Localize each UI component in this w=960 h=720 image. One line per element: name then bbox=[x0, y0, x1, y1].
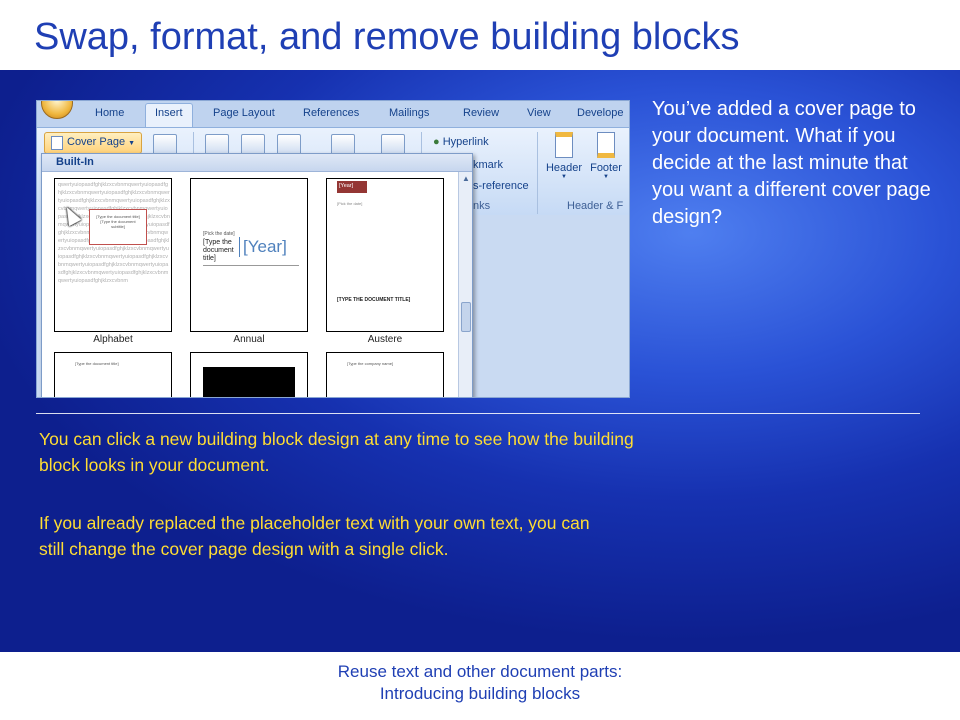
divider-line bbox=[36, 413, 920, 414]
cover-page-button[interactable]: Cover Page ▼ bbox=[44, 132, 142, 154]
footer-line-1: Reuse text and other document parts: bbox=[337, 662, 623, 681]
bookmark-button[interactable]: kmark bbox=[473, 159, 503, 171]
tab-references[interactable]: References bbox=[303, 107, 359, 119]
cover-page-label: Cover Page bbox=[67, 136, 126, 148]
footer-line-2: Introducing building blocks bbox=[379, 684, 581, 703]
gallery-header: Built-In bbox=[42, 154, 472, 172]
group-separator bbox=[537, 132, 538, 214]
alphabet-title-box: [Type the document title] [Type the docu… bbox=[89, 209, 147, 245]
scroll-up-icon[interactable]: ▲ bbox=[462, 174, 470, 183]
austere-year: [Year] bbox=[337, 181, 367, 193]
tab-review[interactable]: Review bbox=[463, 107, 499, 119]
cover-thumb-austere[interactable]: [Year] [Pick the date] [TYPE THE DOCUMEN… bbox=[326, 178, 444, 332]
cover-page-gallery: Built-In qwertyuiopasdfghjklzxcvbnmqwert… bbox=[41, 153, 473, 397]
gallery-scrollbar[interactable]: ▲ bbox=[458, 172, 472, 397]
chevron-down-icon: ▼ bbox=[603, 174, 609, 180]
tab-page-layout[interactable]: Page Layout bbox=[213, 107, 275, 119]
annual-year: [Year] bbox=[239, 237, 287, 257]
footer-label: Footer bbox=[590, 162, 622, 174]
word-screenshot: Home Insert Page Layout References Maili… bbox=[36, 100, 630, 398]
row2-2-black-block bbox=[203, 367, 295, 397]
annual-lines bbox=[203, 265, 299, 275]
note-replaced-text: If you already replaced the placeholder … bbox=[39, 513, 590, 559]
tab-view[interactable]: View bbox=[527, 107, 551, 119]
row2-3-text: [Type the company name] bbox=[347, 361, 394, 366]
title-bar: Swap, format, and remove building blocks bbox=[0, 0, 960, 70]
cover-label-alphabet: Alphabet bbox=[93, 334, 133, 345]
tab-mailings[interactable]: Mailings bbox=[389, 107, 429, 119]
tab-developer[interactable]: Develope bbox=[577, 107, 623, 119]
hyperlink-button[interactable]: ● Hyperlink bbox=[433, 136, 489, 148]
cover-thumb-annual[interactable]: [Pick the date] [Type the document title… bbox=[190, 178, 308, 332]
note-click-design: You can click a new building block desig… bbox=[39, 429, 634, 475]
chevron-down-icon: ▼ bbox=[128, 140, 136, 147]
alphabet-box-subtitle: [Type the document subtitle] bbox=[100, 219, 136, 229]
links-group-label: nks bbox=[473, 200, 491, 212]
footer-icon bbox=[597, 132, 615, 158]
tab-home[interactable]: Home bbox=[95, 107, 124, 119]
austere-date: [Pick the date] bbox=[337, 201, 363, 206]
cover-label-annual: Annual bbox=[233, 334, 265, 345]
cover-page-icon bbox=[51, 136, 63, 150]
slide-title: Swap, format, and remove building blocks bbox=[34, 16, 740, 58]
annual-doc-title: [Type the document title] bbox=[203, 239, 234, 262]
hyperlink-icon: ● bbox=[433, 136, 440, 148]
header-label: Header bbox=[545, 162, 583, 174]
row2-1-text: [Type the document title] bbox=[75, 361, 119, 366]
slide-body: Home Insert Page Layout References Maili… bbox=[0, 70, 960, 652]
annual-date: [Pick the date] bbox=[203, 231, 235, 237]
footer-button[interactable]: Footer ▼ bbox=[587, 132, 625, 180]
cover-thumb-alphabet[interactable]: qwertyuiopasdfghjklzxcvbnmqwertyuiopasdf… bbox=[54, 178, 172, 332]
intro-text: You’ve added a cover page to your docume… bbox=[652, 98, 931, 228]
slide-footer: Reuse text and other document parts: Int… bbox=[0, 652, 960, 720]
cross-reference-button[interactable]: s-reference bbox=[473, 180, 529, 192]
cover-thumb-row2-1[interactable]: [Type the document title] bbox=[54, 352, 172, 397]
austere-doc-title: [TYPE THE DOCUMENT TITLE] bbox=[337, 297, 411, 303]
hyperlink-label: Hyperlink bbox=[442, 136, 489, 148]
cover-label-austere: Austere bbox=[367, 334, 403, 345]
cover-thumb-row2-3[interactable]: [Type the company name] bbox=[326, 352, 444, 397]
ribbon-tabs: Home Insert Page Layout References Maili… bbox=[37, 101, 629, 129]
header-footer-group-label: Header & F bbox=[567, 200, 624, 212]
scroll-thumb[interactable] bbox=[461, 302, 471, 332]
tab-insert[interactable]: Insert bbox=[145, 103, 193, 129]
cover-thumb-row2-2[interactable] bbox=[190, 352, 308, 397]
header-icon bbox=[555, 132, 573, 158]
chevron-down-icon: ▼ bbox=[561, 174, 567, 180]
header-button[interactable]: Header ▼ bbox=[545, 132, 583, 180]
